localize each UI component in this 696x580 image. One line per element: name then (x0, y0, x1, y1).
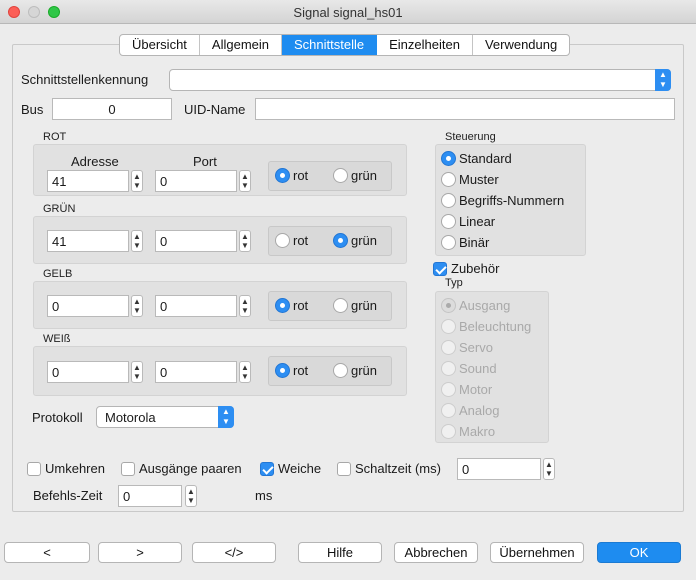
steuerung-label: Steuerung (445, 131, 496, 143)
radio-gruen-rot[interactable]: rot (275, 233, 308, 248)
tab-allgemein[interactable]: Allgemein (200, 35, 283, 55)
befehls-zeit-label: Befehls-Zeit (33, 488, 103, 503)
radio-gruen-gruen[interactable]: grün (333, 233, 377, 248)
port-stepper-gruen[interactable]: ▲ ▼ (239, 230, 251, 252)
radio-steuerung-standard[interactable]: Standard (441, 151, 512, 166)
title-bar: Signal signal_hs01 (0, 0, 696, 24)
output-label-gelb: GELB (43, 268, 73, 280)
schaltzeit-checkbox[interactable]: Schaltzeit (ms) (337, 461, 441, 476)
port-column-label: Port (193, 154, 217, 169)
output-group-rot: Adresse Port 41 ▲ ▼ 0 ▲ ▼ rot grün (33, 144, 407, 196)
bus-label: Bus (21, 102, 44, 117)
schaltzeit-field[interactable]: 0 (457, 458, 541, 480)
radio-typ-sound[interactable]: Sound (441, 361, 497, 376)
color-selector-rot: rot grün (268, 161, 392, 191)
protocol-label: Protokoll (32, 410, 83, 425)
port-field-gruen[interactable]: 0 (155, 230, 237, 252)
radio-typ-makro[interactable]: Makro (441, 424, 495, 439)
output-label-gruen: GRÜN (43, 203, 76, 215)
weiche-checkbox[interactable]: Weiche (260, 461, 321, 476)
address-stepper-rot[interactable]: ▲ ▼ (131, 170, 143, 192)
port-field-gelb[interactable]: 0 (155, 295, 237, 317)
tab-einzelheiten[interactable]: Einzelheiten (377, 35, 473, 55)
zubehoer-checkbox[interactable]: Zubehör (433, 261, 499, 276)
radio-gelb-rot[interactable]: rot (275, 298, 308, 313)
radio-rot-gruen[interactable]: grün (333, 168, 377, 183)
output-label-rot: ROT (43, 131, 67, 143)
color-selector-gruen: rot grün (268, 226, 392, 256)
apply-button[interactable]: Übernehmen (490, 542, 584, 563)
typ-label: Typ (445, 277, 463, 289)
help-button[interactable]: Hilfe (298, 542, 382, 563)
output-group-weiss: 0 ▲ ▼ 0 ▲ ▼ rot grün (33, 346, 407, 396)
tab-bar: Übersicht Allgemein Schnittstelle Einzel… (119, 34, 571, 56)
radio-weiss-gruen[interactable]: grün (333, 363, 377, 378)
color-selector-weiss: rot grün (268, 356, 392, 386)
radio-typ-analog[interactable]: Analog (441, 403, 499, 418)
uid-name-label: UID-Name (184, 102, 246, 117)
window-title: Signal signal_hs01 (293, 5, 403, 20)
radio-steuerung-binaer[interactable]: Binär (441, 235, 489, 250)
steuerung-group: Standard Muster Begriffs-Nummern Linear … (435, 144, 586, 256)
output-group-gruen: 41 ▲ ▼ 0 ▲ ▼ rot grün (33, 216, 407, 264)
port-stepper-rot[interactable]: ▲ ▼ (239, 170, 251, 192)
next-button[interactable]: > (98, 542, 182, 563)
chevron-updown-icon: ▲ ▼ (218, 406, 234, 428)
address-field-weiss[interactable]: 0 (47, 361, 129, 383)
address-column-label: Adresse (71, 154, 119, 169)
protocol-value: Motorola (105, 410, 156, 425)
befehls-zeit-stepper[interactable]: ▲ ▼ (185, 485, 197, 507)
address-stepper-weiss[interactable]: ▲ ▼ (131, 361, 143, 383)
radio-typ-servo[interactable]: Servo (441, 340, 493, 355)
address-field-gelb[interactable]: 0 (47, 295, 129, 317)
port-stepper-weiss[interactable]: ▲ ▼ (239, 361, 251, 383)
code-view-button[interactable]: </> (192, 542, 276, 563)
radio-gelb-gruen[interactable]: grün (333, 298, 377, 313)
previous-button[interactable]: < (4, 542, 90, 563)
tab-schnittstelle[interactable]: Schnittstelle (282, 35, 378, 55)
radio-typ-ausgang[interactable]: Ausgang (441, 298, 510, 313)
content-panel: Schnittstellenkennung ▲ ▼ Bus 0 UID-Name … (12, 44, 684, 512)
radio-weiss-rot[interactable]: rot (275, 363, 308, 378)
radio-steuerung-muster[interactable]: Muster (441, 172, 499, 187)
radio-typ-beleuchtung[interactable]: Beleuchtung (441, 319, 531, 334)
ok-button[interactable]: OK (597, 542, 681, 563)
address-field-gruen[interactable]: 41 (47, 230, 129, 252)
chevron-down-icon: ▲ ▼ (655, 69, 671, 91)
umkehren-checkbox[interactable]: Umkehren (27, 461, 105, 476)
output-label-weiss: WEIß (43, 333, 71, 345)
radio-steuerung-linear[interactable]: Linear (441, 214, 495, 229)
radio-typ-motor[interactable]: Motor (441, 382, 492, 397)
protocol-select[interactable]: Motorola ▲ ▼ (96, 406, 234, 428)
port-field-weiss[interactable]: 0 (155, 361, 237, 383)
color-selector-gelb: rot grün (268, 291, 392, 321)
bus-field[interactable]: 0 (52, 98, 172, 120)
typ-group: Ausgang Beleuchtung Servo Sound Motor An… (435, 291, 549, 443)
interface-id-select[interactable]: ▲ ▼ (169, 69, 671, 91)
ausgaenge-paaren-checkbox[interactable]: Ausgänge paaren (121, 461, 242, 476)
output-group-gelb: 0 ▲ ▼ 0 ▲ ▼ rot grün (33, 281, 407, 329)
schaltzeit-stepper[interactable]: ▲ ▼ (543, 458, 555, 480)
address-stepper-gruen[interactable]: ▲ ▼ (131, 230, 143, 252)
befehls-zeit-unit: ms (255, 488, 273, 503)
befehls-zeit-field[interactable]: 0 (118, 485, 182, 507)
interface-id-label: Schnittstellenkennung (21, 72, 149, 87)
address-stepper-gelb[interactable]: ▲ ▼ (131, 295, 143, 317)
cancel-button[interactable]: Abbrechen (394, 542, 478, 563)
address-field-rot[interactable]: 41 (47, 170, 129, 192)
radio-steuerung-begriffs-nummern[interactable]: Begriffs-Nummern (441, 193, 564, 208)
radio-rot-rot[interactable]: rot (275, 168, 308, 183)
uid-name-field[interactable] (255, 98, 675, 120)
port-field-rot[interactable]: 0 (155, 170, 237, 192)
port-stepper-gelb[interactable]: ▲ ▼ (239, 295, 251, 317)
tab-verwendung[interactable]: Verwendung (473, 35, 569, 55)
tab-uebersicht[interactable]: Übersicht (120, 35, 200, 55)
